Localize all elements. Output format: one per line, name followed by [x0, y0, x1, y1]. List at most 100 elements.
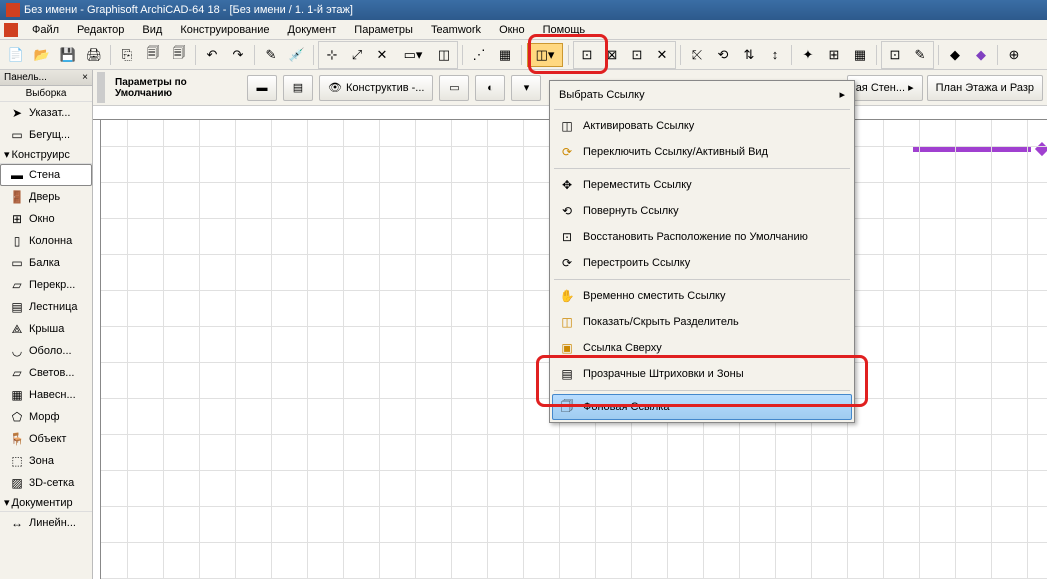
toolbar-edit1[interactable]: ⤪ [685, 43, 709, 67]
tool-beam[interactable]: ▭ Балка [0, 252, 92, 274]
toolbar-misc1[interactable]: ⋰ [467, 43, 491, 67]
menu-restore-default[interactable]: ⊡ Восстановить Расположение по Умолчанию [552, 224, 852, 250]
info-grip[interactable] [97, 72, 105, 103]
toolbar-edit3[interactable]: ⇅ [737, 43, 761, 67]
toolbar-snap1[interactable]: ⊹ [320, 43, 344, 67]
tool-linear[interactable]: ↔ Линейн... [0, 512, 92, 534]
tool-stair[interactable]: ▤ Лестница [0, 296, 92, 318]
toolbox-section-document[interactable]: ▾ Документир [0, 494, 92, 512]
toolbar-snap5[interactable]: ◫ [432, 43, 456, 67]
toolbar-syringe[interactable]: 💉 [285, 43, 309, 67]
toolbar-snap2[interactable]: ⤢ [345, 43, 369, 67]
right-btn-wall[interactable]: ая Стен... ▸ [847, 75, 923, 101]
tool-mesh[interactable]: ▨ 3D-сетка [0, 472, 92, 494]
toolbar-tool1[interactable]: ⎘ [115, 43, 139, 67]
menu-separator [554, 168, 850, 169]
toolbar-view2[interactable]: ⊞ [822, 43, 846, 67]
menu-window[interactable]: Окно [491, 22, 533, 38]
toolbar-misc2[interactable]: ▦ [493, 43, 517, 67]
toolbar-picker[interactable]: ✎ [259, 43, 283, 67]
toolbar-snap3[interactable]: ✕ [370, 43, 394, 67]
tool-label: Окно [29, 213, 55, 225]
info-btn-layer[interactable]: 👁 Конструктив -... [319, 75, 433, 101]
tool-window[interactable]: ⊞ Окно [0, 208, 92, 230]
toolbar-tool3[interactable]: 🗐 [167, 43, 191, 67]
menu-move-reference[interactable]: ✥ Переместить Ссылку [552, 172, 852, 198]
menu-label: Выбрать Ссылку [559, 89, 645, 101]
toolbox-section-selection[interactable]: Выборка [0, 86, 92, 102]
toolbox-section-design[interactable]: ▾ Конструирс [0, 146, 92, 164]
door-icon: 🚪 [9, 189, 25, 205]
menu-select-reference[interactable]: Выбрать Ссылку ▸ [552, 83, 852, 106]
divider-icon: ◫ [559, 314, 575, 330]
tool-shell[interactable]: ◡ Оболо... [0, 340, 92, 362]
menu-file[interactable]: Файл [24, 22, 67, 38]
tool-zone[interactable]: ⬚ Зона [0, 450, 92, 472]
info-btn-layer-icon[interactable]: ▤ [283, 75, 313, 101]
toolbar-3d1[interactable]: ◆ [943, 43, 967, 67]
toolbar-g2a[interactable]: ⊡ [575, 43, 599, 67]
menu-parameters[interactable]: Параметры [346, 22, 421, 38]
toolbar-end[interactable]: ⊕ [1002, 43, 1026, 67]
menu-activate-reference[interactable]: ◫ Активировать Ссылку [552, 113, 852, 139]
info-btn-more[interactable]: ▾ [511, 75, 541, 101]
menu-label: Перестроить Ссылку [583, 257, 690, 269]
tool-wall[interactable]: ▬ Стена [0, 164, 92, 186]
tool-object[interactable]: 🪑 Объект [0, 428, 92, 450]
menu-show-divider[interactable]: ◫ Показать/Скрыть Разделитель [552, 309, 852, 335]
toolbar-print[interactable]: 🖨 [82, 43, 106, 67]
tool-pointer[interactable]: ➤ Указат... [0, 102, 92, 124]
menu-rotate-reference[interactable]: ⟲ Повернуть Ссылку [552, 198, 852, 224]
toolbar-new[interactable]: 📄 [4, 43, 28, 67]
menu-view[interactable]: Вид [134, 22, 170, 38]
menu-document[interactable]: Документ [280, 22, 345, 38]
menu-background-reference[interactable]: 🗍 Фоновая Ссылка [552, 394, 852, 420]
menu-rebuild-reference[interactable]: ⟳ Перестроить Ссылку [552, 250, 852, 276]
info-btn-geom[interactable]: ▭ [439, 75, 469, 101]
menu-editor[interactable]: Редактор [69, 22, 132, 38]
tool-column[interactable]: ▯ Колонна [0, 230, 92, 252]
toolbar-trace-reference[interactable]: ◫▾ [527, 43, 563, 67]
toolbar-tool2[interactable]: 🗐 [141, 43, 165, 67]
toolbox-title: Панель... [4, 72, 47, 83]
tool-skylight[interactable]: ▱ Светов... [0, 362, 92, 384]
toolbar-redo[interactable]: ↷ [226, 43, 250, 67]
close-icon[interactable]: × [82, 72, 88, 83]
toolbar-undo[interactable]: ↶ [200, 43, 224, 67]
tool-morph[interactable]: ⬠ Морф [0, 406, 92, 428]
menu-separator [554, 279, 850, 280]
toolbox-header[interactable]: Панель... × [0, 70, 92, 86]
toolbar-g3a[interactable]: ⊡ [883, 43, 907, 67]
toolbar-group3: ⊡ ✎ [881, 41, 934, 69]
menu-teamwork[interactable]: Teamwork [423, 22, 489, 38]
info-btn-wall-settings[interactable]: ▬ [247, 75, 277, 101]
tool-door[interactable]: 🚪 Дверь [0, 186, 92, 208]
menu-help[interactable]: Помощь [535, 22, 594, 38]
menu-temp-shift[interactable]: ✋ Временно сместить Ссылку [552, 283, 852, 309]
toolbar-g2b[interactable]: ⊠ [600, 43, 624, 67]
toolbar-open[interactable]: 📂 [30, 43, 54, 67]
toolbar-save[interactable]: 💾 [56, 43, 80, 67]
menu-label: Прозрачные Штриховки и Зоны [583, 368, 744, 380]
right-btn-plan[interactable]: План Этажа и Разр [927, 75, 1043, 101]
toolbar-edit2[interactable]: ⟲ [711, 43, 735, 67]
menu-toggle-reference[interactable]: ⟳ Переключить Ссылку/Активный Вид [552, 139, 852, 165]
toolbar-g2d[interactable]: ✕ [650, 43, 674, 67]
toolbar-sep [521, 45, 522, 65]
tool-marquee[interactable]: ▭ Бегущ... [0, 124, 92, 146]
toolbar-edit4[interactable]: ↕ [763, 43, 787, 67]
tool-slab[interactable]: ▱ Перекр... [0, 274, 92, 296]
toolbar-view3[interactable]: ▦ [848, 43, 872, 67]
menu-construction[interactable]: Конструирование [172, 22, 277, 38]
tool-curtainwall[interactable]: ▦ Навесн... [0, 384, 92, 406]
toolbar-g2c[interactable]: ⊡ [625, 43, 649, 67]
info-btn-curve[interactable]: ◐ [475, 75, 505, 101]
window-icon: ⊞ [9, 211, 25, 227]
tool-roof[interactable]: ⟁ Крыша [0, 318, 92, 340]
toolbar-3d2[interactable]: ◆ [969, 43, 993, 67]
menu-transparent-fills[interactable]: ▤ Прозрачные Штриховки и Зоны [552, 361, 852, 387]
menu-reference-above[interactable]: ▣ Ссылка Сверху [552, 335, 852, 361]
toolbar-snap4[interactable]: ▭▾ [395, 43, 431, 67]
toolbar-view1[interactable]: ✦ [796, 43, 820, 67]
toolbar-g3b[interactable]: ✎ [908, 43, 932, 67]
